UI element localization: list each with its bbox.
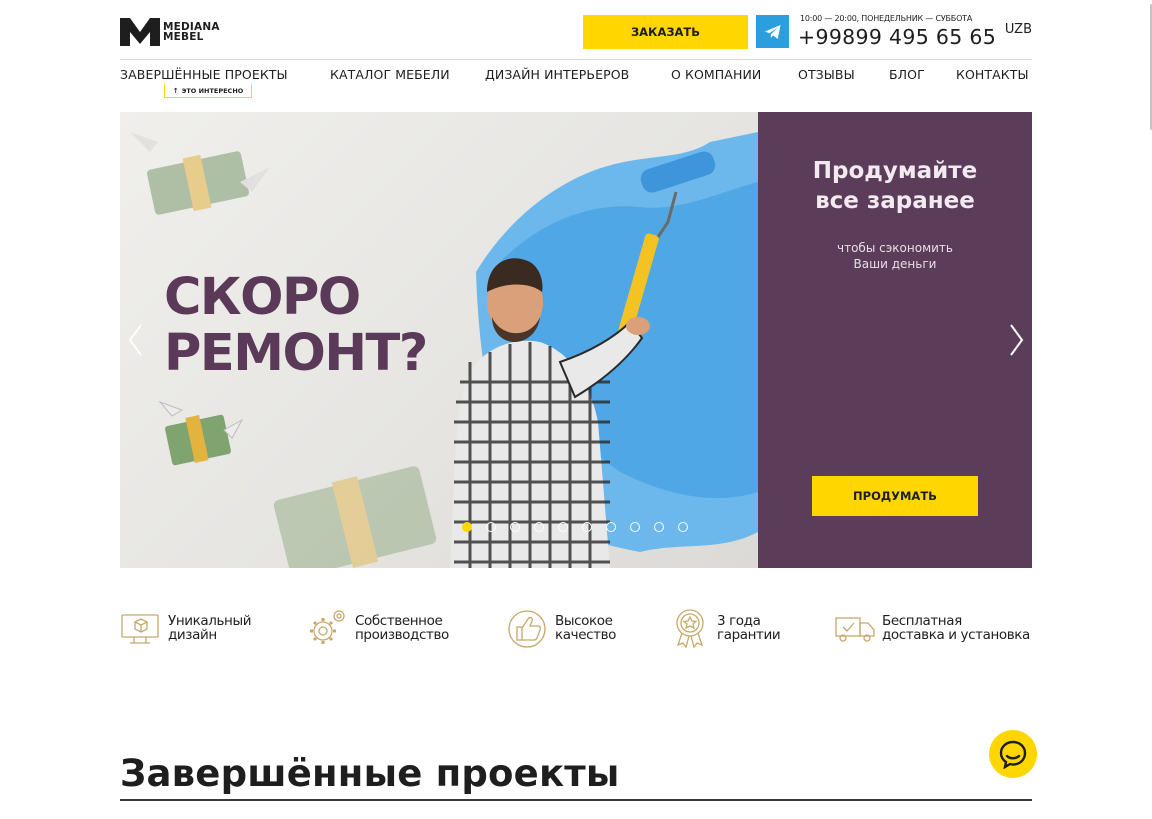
hero-promo-panel: Продумайте все заранее чтобы сэкономить … <box>758 112 1032 568</box>
nav-item-furniture-catalog[interactable]: КАТАЛОГ МЕБЕЛИ <box>330 67 450 82</box>
slider-dots <box>462 522 688 532</box>
feature-line1: Высокое <box>555 613 613 629</box>
chat-icon <box>999 740 1027 769</box>
feature-line2: производство <box>355 627 449 643</box>
section-title: Завершённые проекты <box>120 752 620 795</box>
feature-line1: 3 года <box>717 613 761 629</box>
feature-unique-design: Уникальный дизайн <box>120 606 252 650</box>
promo-subtitle: чтобы сэкономить Ваши деньги <box>758 240 1032 272</box>
feature-warranty: 3 года гарантии <box>669 606 781 650</box>
chat-button[interactable] <box>989 730 1037 778</box>
hero-headline-line1: СКОРО <box>164 268 361 327</box>
feature-text: Собственное производство <box>355 614 449 642</box>
site-header: MEDIANA MEBEL ЗАКАЗАТЬ 10:00 — 20:00, ПО… <box>120 0 1032 60</box>
hero-headline: СКОРО РЕМОНТ? <box>164 268 428 383</box>
feature-line1: Собственное <box>355 613 443 629</box>
slider-dot[interactable] <box>582 522 592 532</box>
truck-icon <box>835 617 875 642</box>
slider-dot[interactable] <box>510 522 520 532</box>
thumbs-up-icon <box>508 610 546 648</box>
promo-title-line2: все заранее <box>815 188 975 214</box>
language-switch[interactable]: UZB <box>1005 22 1032 37</box>
telegram-icon <box>764 24 780 39</box>
gears-icon <box>310 610 345 644</box>
promo-subtitle-line2: Ваши деньги <box>853 257 937 271</box>
header-divider <box>120 59 1032 60</box>
nav-item-blog[interactable]: БЛОГ <box>889 67 925 82</box>
nav-item-interior-design[interactable]: ДИЗАЙН ИНТЕРЬЕРОВ <box>485 67 629 82</box>
slider-prev-icon[interactable] <box>124 322 148 358</box>
logo-text: MEDIANA MEBEL <box>163 22 220 43</box>
slider-dot[interactable] <box>534 522 544 532</box>
slider-dot[interactable] <box>558 522 568 532</box>
feature-high-quality: Высокое качество <box>507 606 616 650</box>
order-button[interactable]: ЗАКАЗАТЬ <box>583 15 748 49</box>
nav-item-reviews[interactable]: ОТЗЫВЫ <box>798 67 855 82</box>
feature-line2: гарантии <box>717 627 781 643</box>
nav-item-completed-projects[interactable]: ЗАВЕРШЁННЫЕ ПРОЕКТЫ <box>120 67 288 82</box>
feature-text: Уникальный дизайн <box>168 613 252 643</box>
feature-line2: дизайн <box>168 627 217 643</box>
slider-dot[interactable] <box>678 522 688 532</box>
interesting-badge-label: ЭТО ИНТЕРЕСНО <box>181 86 244 95</box>
phone-number[interactable]: +99899 495 65 65 <box>798 25 996 49</box>
logo[interactable]: MEDIANA MEBEL <box>120 18 220 46</box>
feature-line2: доставка и установка <box>882 627 1030 643</box>
hero-slider: СКОРО РЕМОНТ? Продумайте все заранее что… <box>120 112 1032 568</box>
logo-line2: MEBEL <box>163 31 204 43</box>
features-strip: Уникальный дизайн Собственное производст… <box>120 606 1032 650</box>
promo-think-button[interactable]: ПРОДУМАТЬ <box>812 476 978 516</box>
interesting-badge: ↑ ЭТО ИНТЕРЕСНО <box>164 84 252 98</box>
hero-image: СКОРО РЕМОНТ? <box>120 112 758 568</box>
promo-title-line1: Продумайте <box>812 158 978 184</box>
slider-dot[interactable] <box>606 522 616 532</box>
feature-line1: Уникальный <box>168 613 252 629</box>
arrow-up-icon: ↑ <box>172 86 179 95</box>
feature-text: Бесплатная доставка и установка <box>882 614 1030 642</box>
promo-subtitle-line1: чтобы сэкономить <box>837 241 953 255</box>
slider-dot[interactable] <box>462 522 472 532</box>
money-stack-small <box>158 400 244 466</box>
hero-headline-line2: РЕМОНТ? <box>164 324 428 383</box>
slider-dot[interactable] <box>486 522 496 532</box>
section-divider <box>120 799 1032 801</box>
slider-dot[interactable] <box>654 522 664 532</box>
money-stack-bottom <box>273 466 437 568</box>
slider-dot[interactable] <box>630 522 640 532</box>
telegram-button[interactable] <box>756 15 789 48</box>
working-hours: 10:00 — 20:00, ПОНЕДЕЛЬНИК — СУББОТА <box>800 14 973 23</box>
main-nav: ЗАВЕРШЁННЫЕ ПРОЕКТЫ КАТАЛОГ МЕБЕЛИ ДИЗАЙ… <box>120 67 1032 87</box>
feature-text: Высокое качество <box>555 614 616 642</box>
feature-own-production: Собственное производство <box>307 606 449 650</box>
money-stack-top <box>130 132 270 215</box>
promo-title: Продумайте все заранее <box>758 156 1032 216</box>
design-icon <box>121 614 159 644</box>
logo-mark-icon <box>120 18 160 46</box>
slider-next-icon[interactable] <box>1004 322 1028 358</box>
feature-line2: качество <box>555 627 617 643</box>
feature-free-delivery: Бесплатная доставка и установка <box>834 606 1030 650</box>
feature-line1: Бесплатная <box>882 613 962 629</box>
feature-text: 3 года гарантии <box>717 613 781 643</box>
nav-item-about[interactable]: О КОМПАНИИ <box>671 67 761 82</box>
award-icon <box>676 609 704 649</box>
nav-item-contacts[interactable]: КОНТАКТЫ <box>956 67 1029 82</box>
